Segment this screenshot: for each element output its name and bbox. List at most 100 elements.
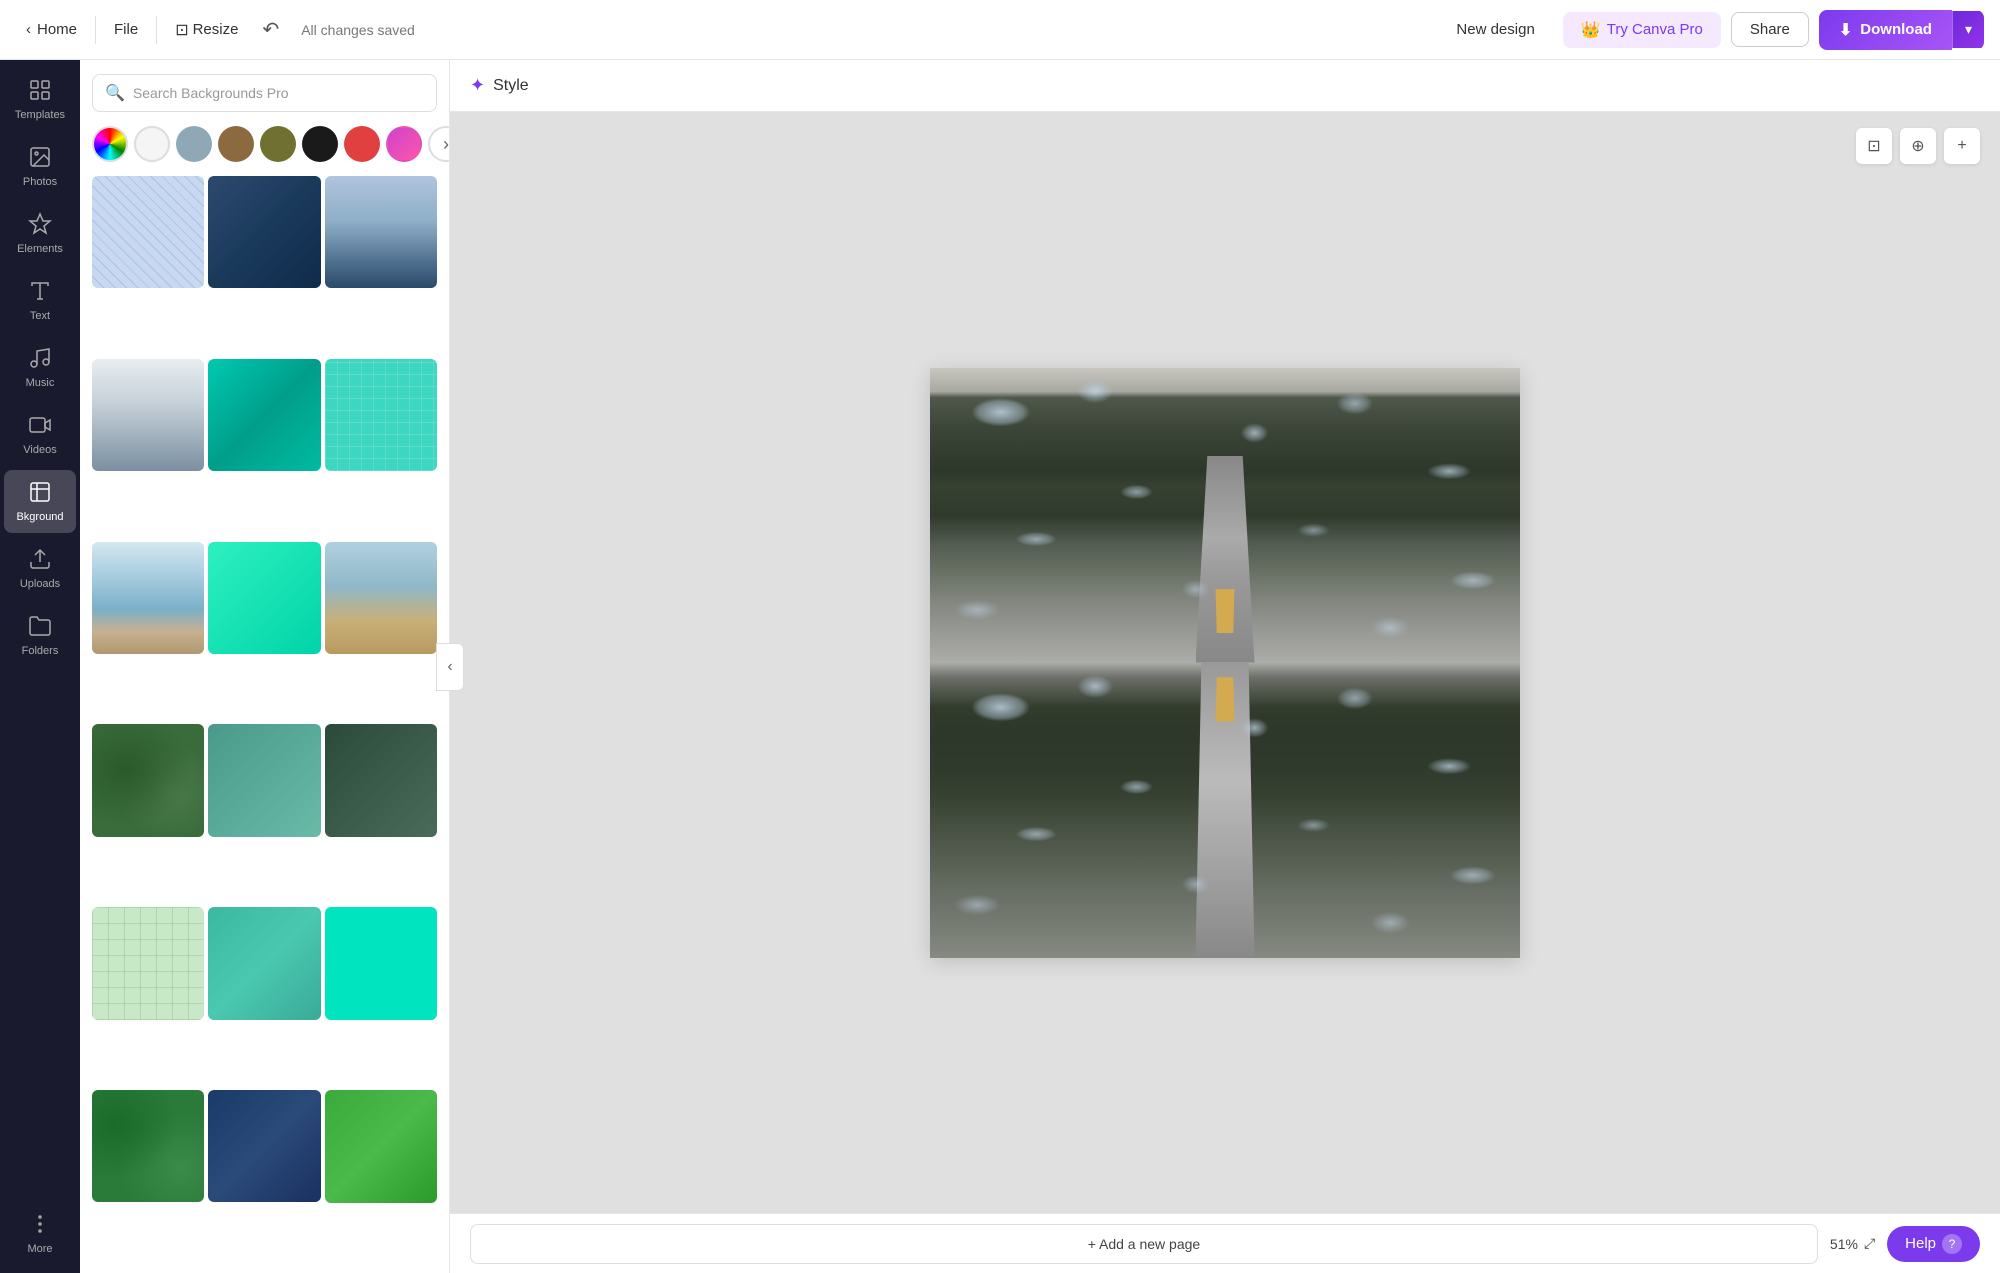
canvas-add-button[interactable]: + xyxy=(1944,128,1980,164)
undo-button[interactable]: ↶ xyxy=(252,11,289,48)
background-grid xyxy=(80,172,449,1273)
bg-thumb-9[interactable] xyxy=(325,542,437,654)
uploads-label: Uploads xyxy=(20,578,60,590)
folders-label: Folders xyxy=(22,645,59,657)
music-icon xyxy=(28,346,52,373)
sidebar-item-more[interactable]: More xyxy=(4,1202,76,1265)
canvas-expand-button[interactable]: ⊡ xyxy=(1856,128,1892,164)
color-filter-black[interactable] xyxy=(302,126,338,162)
sidebar-item-videos[interactable]: Videos xyxy=(4,403,76,466)
bg-thumb-7[interactable] xyxy=(92,542,204,654)
topbar: ‹ Home File ⊡ Resize ↶ All changes saved… xyxy=(0,0,2000,60)
color-filters: › xyxy=(80,122,449,172)
bg-thumb-11[interactable] xyxy=(208,724,320,836)
download-chevron-button[interactable]: ▾ xyxy=(1952,11,1984,48)
saved-status: All changes saved xyxy=(301,22,415,38)
search-icon: 🔍 xyxy=(105,83,125,103)
help-button[interactable]: Help ? xyxy=(1887,1226,1980,1262)
sidebar-item-photos[interactable]: Photos xyxy=(4,135,76,198)
bg-thumb-15[interactable] xyxy=(325,907,437,1019)
background-icon xyxy=(28,480,52,507)
bg-thumb-4[interactable] xyxy=(92,359,204,471)
zoom-indicator[interactable]: 51% ⤢ xyxy=(1830,1235,1875,1252)
bg-thumb-14[interactable] xyxy=(208,907,320,1019)
sidebar-item-music[interactable]: Music xyxy=(4,336,76,399)
share-button[interactable]: Share xyxy=(1731,12,1809,47)
color-filter-red[interactable] xyxy=(344,126,380,162)
chevron-down-icon: ▾ xyxy=(1965,21,1972,37)
color-filter-olive[interactable] xyxy=(260,126,296,162)
bg-thumb-13[interactable] xyxy=(92,907,204,1019)
topbar-left: ‹ Home File ⊡ Resize ↶ All changes saved xyxy=(16,11,415,48)
photos-label: Photos xyxy=(23,176,57,188)
bg-thumb-5[interactable] xyxy=(208,359,320,471)
search-input[interactable] xyxy=(133,85,424,101)
add-page-button[interactable]: + Add a new page xyxy=(470,1224,1818,1264)
sidebar-item-templates[interactable]: Templates xyxy=(4,68,76,131)
sidebar-item-uploads[interactable]: Uploads xyxy=(4,537,76,600)
color-filter-more[interactable]: › xyxy=(428,126,449,162)
bg-thumb-17[interactable] xyxy=(208,1090,320,1202)
text-icon xyxy=(28,279,52,306)
download-icon: ⬇ xyxy=(1839,20,1852,40)
file-button[interactable]: File xyxy=(104,15,148,44)
file-label: File xyxy=(114,21,138,38)
elements-icon xyxy=(28,212,52,239)
resize-icon: ⊡ xyxy=(175,20,188,40)
divider-2 xyxy=(156,16,157,44)
color-filter-palette[interactable] xyxy=(92,126,128,162)
bg-thumb-18[interactable] xyxy=(325,1090,437,1202)
rain-overlay-bottom xyxy=(930,663,1520,958)
new-design-button[interactable]: New design xyxy=(1438,13,1552,46)
help-icon: ? xyxy=(1942,1234,1962,1254)
bg-thumb-12[interactable] xyxy=(325,724,437,836)
bg-thumb-2[interactable] xyxy=(208,176,320,288)
zoom-expand-icon: ⤢ xyxy=(1864,1235,1875,1252)
download-main-button[interactable]: ⬇ Download xyxy=(1819,10,1952,50)
resize-button[interactable]: ⊡ Resize xyxy=(165,14,248,46)
try-canva-pro-button[interactable]: 👑 Try Canva Pro xyxy=(1563,12,1721,48)
canvas-copy-button[interactable]: ⊕ xyxy=(1900,128,1936,164)
zoom-value: 51% xyxy=(1830,1236,1858,1252)
bg-thumb-8[interactable] xyxy=(208,542,320,654)
sidebar-item-background[interactable]: Bkground xyxy=(4,470,76,533)
main-layout: Templates Photos Elements Text xyxy=(0,60,2000,1273)
resize-label: Resize xyxy=(193,21,239,38)
home-button[interactable]: ‹ Home xyxy=(16,15,87,44)
folders-icon xyxy=(28,614,52,641)
more-label: More xyxy=(27,1243,52,1255)
canvas-container[interactable]: ⊡ ⊕ + xyxy=(450,112,2000,1213)
uploads-icon xyxy=(28,547,52,574)
elements-label: Elements xyxy=(17,243,63,255)
bg-thumb-3[interactable] xyxy=(325,176,437,288)
sidebar-item-elements[interactable]: Elements xyxy=(4,202,76,265)
hide-panel-button[interactable]: ‹ xyxy=(436,643,464,691)
color-filter-brown[interactable] xyxy=(218,126,254,162)
bottom-bar: + Add a new page 51% ⤢ Help ? xyxy=(450,1213,2000,1273)
sidebar-item-text[interactable]: Text xyxy=(4,269,76,332)
search-bar: 🔍 xyxy=(92,74,437,112)
sidebar-item-folders[interactable]: Folders xyxy=(4,604,76,667)
bg-thumb-10[interactable] xyxy=(92,724,204,836)
try-pro-label: Try Canva Pro xyxy=(1607,21,1703,38)
color-filter-white[interactable] xyxy=(134,126,170,162)
help-label: Help xyxy=(1905,1235,1936,1252)
download-button-group: ⬇ Download ▾ xyxy=(1819,10,1984,50)
chevron-left-icon: ‹ xyxy=(26,21,31,38)
text-label: Text xyxy=(30,310,50,322)
add-icon: + xyxy=(1957,137,1966,155)
canvas-frame xyxy=(930,368,1520,958)
bg-thumb-1[interactable] xyxy=(92,176,204,288)
rain-overlay-top xyxy=(930,368,1520,663)
canvas-controls: ⊡ ⊕ + xyxy=(1856,128,1980,164)
style-bar: ✦ Style xyxy=(450,60,2000,112)
color-filter-gray[interactable] xyxy=(176,126,212,162)
photos-icon xyxy=(28,145,52,172)
bg-thumb-16[interactable] xyxy=(92,1090,204,1202)
sidebar-icons: Templates Photos Elements Text xyxy=(0,60,80,1273)
canvas-area: ✦ Style ⊡ ⊕ + xyxy=(450,60,2000,1273)
color-filter-pink[interactable] xyxy=(386,126,422,162)
left-panel: 🔍 › xyxy=(80,60,450,1273)
bg-thumb-6[interactable] xyxy=(325,359,437,471)
share-label: Share xyxy=(1750,21,1790,38)
